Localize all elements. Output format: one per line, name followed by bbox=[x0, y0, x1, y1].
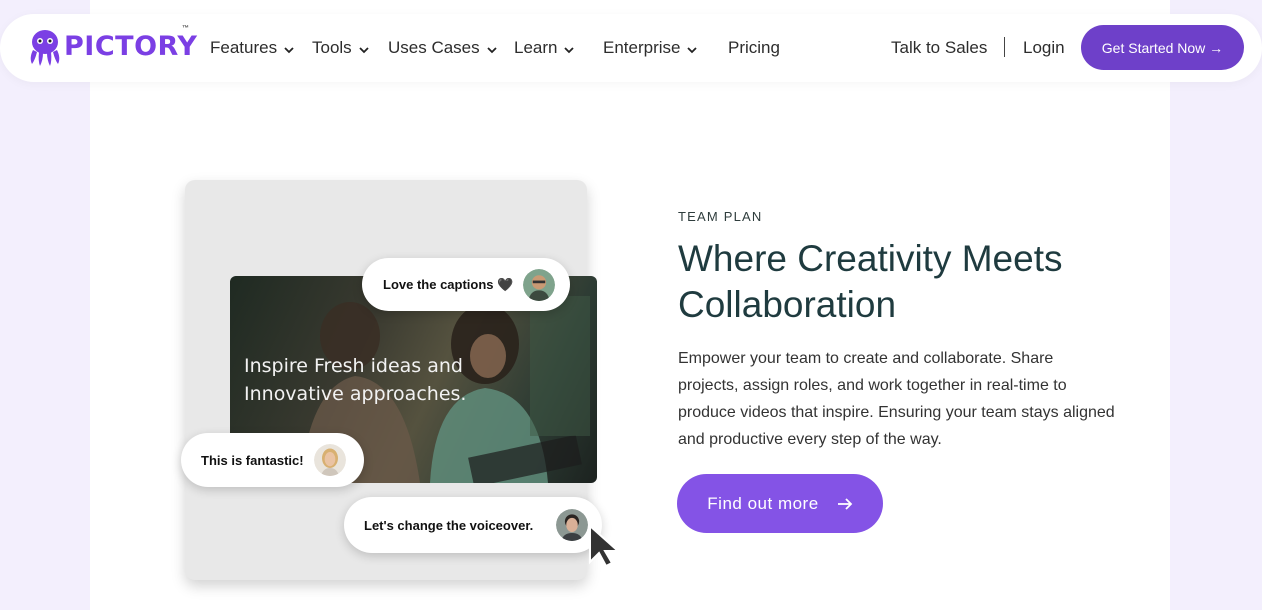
login-label: Login bbox=[1023, 38, 1065, 57]
nav-pricing-label: Pricing bbox=[728, 38, 780, 57]
nav-enterprise[interactable]: Enterprise bbox=[603, 38, 698, 58]
section-eyebrow: TEAM PLAN bbox=[678, 209, 763, 224]
find-out-more-button[interactable]: Find out more bbox=[677, 474, 883, 533]
avatar-woman-blonde-icon bbox=[312, 442, 348, 478]
octopus-logo-icon bbox=[30, 30, 60, 66]
chevron-down-icon bbox=[487, 46, 497, 53]
avatar-man-dark-hair-icon bbox=[554, 507, 590, 543]
nav-use-cases-label: Uses Cases bbox=[388, 38, 480, 57]
arrow-right-icon bbox=[837, 497, 852, 510]
video-overlay-line-2: Innovative approaches. bbox=[244, 383, 467, 405]
nav-pricing[interactable]: Pricing bbox=[728, 38, 780, 58]
chevron-down-icon bbox=[284, 46, 294, 53]
avatar-man-glasses-icon bbox=[521, 266, 557, 303]
video-overlay-text: Inspire Fresh ideas and Innovative appro… bbox=[244, 352, 466, 408]
nav-tools[interactable]: Tools bbox=[312, 38, 369, 58]
chevron-down-icon bbox=[564, 46, 575, 53]
brand-name: PICTORY bbox=[64, 31, 198, 62]
nav-enterprise-label: Enterprise bbox=[603, 38, 681, 57]
mouse-cursor-icon bbox=[589, 524, 621, 568]
comment-bubble-fantastic: This is fantastic! bbox=[181, 433, 364, 487]
talk-to-sales-link[interactable]: Talk to Sales bbox=[891, 38, 987, 58]
nav-features[interactable]: Features bbox=[210, 38, 294, 58]
chevron-down-icon bbox=[687, 46, 698, 53]
comment-bubble-voiceover: Let's change the voiceover. bbox=[344, 497, 602, 553]
section-description: Empower your team to create and collabor… bbox=[678, 350, 1115, 448]
talk-to-sales-label: Talk to Sales bbox=[891, 38, 988, 57]
video-overlay-line-1: Inspire Fresh ideas and bbox=[244, 355, 463, 377]
comment-text: Let's change the voiceover. bbox=[364, 517, 534, 533]
comment-text: This is fantastic! bbox=[201, 452, 304, 468]
nav-features-label: Features bbox=[210, 38, 278, 57]
chevron-down-icon bbox=[359, 46, 369, 53]
login-link[interactable]: Login bbox=[1023, 38, 1065, 58]
comment-bubble-captions: Love the captions 🖤 bbox=[362, 258, 570, 311]
nav-learn[interactable]: Learn bbox=[514, 38, 575, 58]
comment-text: Love the captions 🖤 bbox=[383, 276, 514, 292]
nav-divider bbox=[1004, 37, 1005, 57]
nav-learn-label: Learn bbox=[514, 38, 558, 57]
trademark-symbol: ™ bbox=[182, 25, 189, 32]
pictory-logo[interactable]: PICTORY ™ bbox=[26, 25, 197, 68]
nav-use-cases[interactable]: Uses Cases bbox=[388, 38, 497, 58]
top-navbar: PICTORY ™ Features Tools Uses Cases Lear… bbox=[0, 14, 1262, 82]
get-started-button[interactable]: Get Started Now → bbox=[1081, 25, 1244, 70]
find-out-more-label: Find out more bbox=[707, 493, 819, 513]
nav-tools-label: Tools bbox=[312, 38, 352, 57]
section-headline: Where Creativity Meets Collaboration bbox=[678, 238, 1063, 325]
